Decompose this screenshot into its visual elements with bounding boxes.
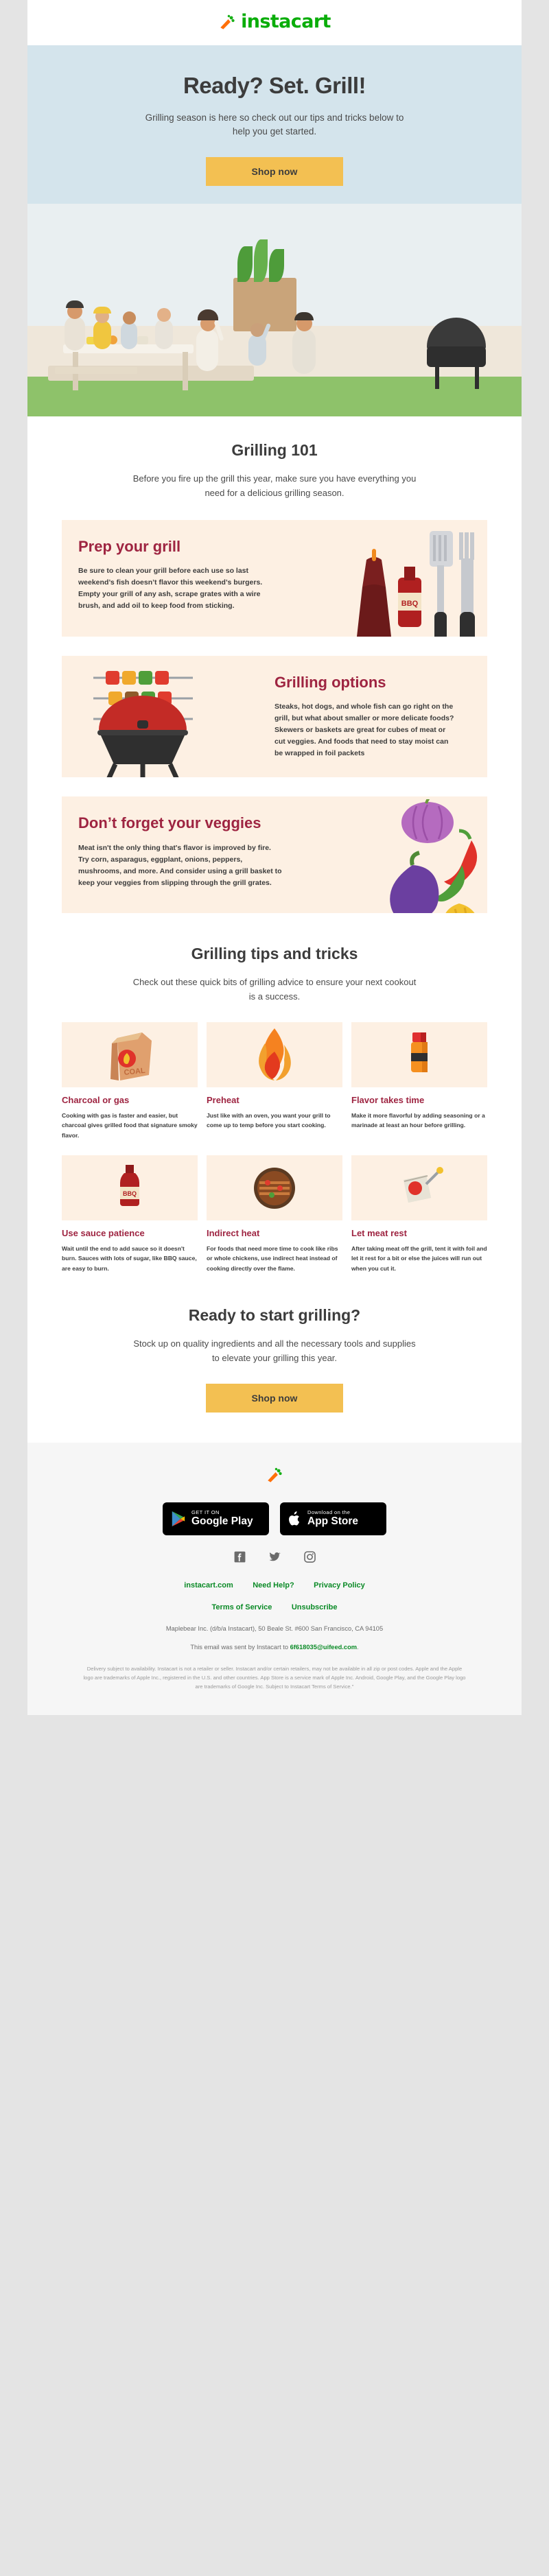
- tip-image: [351, 1155, 487, 1221]
- grilling-101-title: Grilling 101: [231, 441, 318, 460]
- tip-body: Wait until the end to add sauce so it do…: [62, 1244, 197, 1272]
- footer-link-instacart-com[interactable]: instacart.com: [184, 1581, 233, 1590]
- email-footer: GET IT ON Google Play Download on the Ap…: [27, 1442, 522, 1715]
- tip-card: Flavor takes time Make it more flavorful…: [351, 1021, 487, 1140]
- instagram-icon[interactable]: [303, 1550, 316, 1563]
- badge-small-text: GET IT ON: [191, 1509, 220, 1516]
- grilling-101-section: Grilling 101 Before you fire up the gril…: [27, 416, 522, 914]
- tip-card: Let meat rest After taking meat off the …: [351, 1155, 487, 1273]
- grilling-101-subtitle: Before you fire up the grill this year, …: [132, 473, 417, 499]
- tip-card: BBQ Use sauce patience Wait until the en…: [62, 1155, 198, 1273]
- tips-row-2: BBQ Use sauce patience Wait until the en…: [62, 1155, 487, 1273]
- bbq-sauce-bottle-icon: BBQ: [120, 1164, 139, 1206]
- badge-small-text: Download on the: [307, 1509, 351, 1516]
- tip-body: Just like with an oven, you want your gr…: [207, 1111, 331, 1129]
- tip-image: BBQ: [62, 1155, 198, 1221]
- tip-card: Indirect heat For foods that need more t…: [207, 1155, 342, 1273]
- logo-wordmark: instacart: [241, 11, 331, 32]
- flame-icon: [259, 1028, 291, 1081]
- social-links: [62, 1550, 487, 1563]
- google-play-icon: [172, 1511, 185, 1526]
- hero-illustration: [27, 204, 522, 417]
- instacart-logo[interactable]: instacart: [218, 12, 331, 31]
- carrot-icon: [268, 1467, 282, 1482]
- cta-title: Ready to start grilling?: [188, 1306, 361, 1325]
- tip-body: For foods that need more time to cook li…: [207, 1244, 338, 1272]
- carrot-icon: [220, 14, 235, 29]
- card-grilling-options: Grilling options Steaks, hot dogs, and w…: [62, 655, 487, 778]
- sent-to-line: This email was sent by Instacart to 6f61…: [62, 1644, 487, 1651]
- card-heading: Prep your grill: [78, 537, 181, 555]
- kettle-grill-skewers-icon: [93, 670, 193, 778]
- card-prep-your-grill: Prep your grill Be sure to clean your gr…: [62, 519, 487, 637]
- tip-heading: Indirect heat: [207, 1228, 260, 1239]
- tip-image: COAL: [62, 1021, 198, 1087]
- tip-heading: Let meat rest: [351, 1228, 407, 1239]
- tip-heading: Charcoal or gas: [62, 1094, 130, 1105]
- footer-carrot-logo: [62, 1466, 487, 1487]
- card-body: Steaks, hot dogs, and whole fish can go …: [274, 702, 454, 758]
- tips-title: Grilling tips and tricks: [191, 945, 358, 963]
- sent-to-suffix: .: [357, 1643, 359, 1651]
- cta-subtitle: Stock up on quality ingredients and all …: [133, 1338, 416, 1364]
- hero-shop-now-button[interactable]: Shop now: [206, 157, 343, 187]
- tip-card: COAL Charcoal or gas Cooking with gas is…: [62, 1021, 198, 1140]
- card-dont-forget-veggies: Don’t forget your veggies Meat isn't the…: [62, 796, 487, 914]
- legal-disclaimer: Delivery subject to availability. Instac…: [83, 1665, 466, 1690]
- hero-subtitle: Grilling season is here so check out our…: [145, 112, 404, 137]
- footer-link-unsubscribe[interactable]: Unsubscribe: [292, 1603, 338, 1611]
- tip-heading: Flavor takes time: [351, 1094, 425, 1105]
- meat-thermometer-icon: [403, 1166, 443, 1203]
- seasoning-bottle-icon: [411, 1032, 428, 1073]
- email-header: instacart: [27, 0, 522, 45]
- footer-links-row-2: Terms of Service Unsubscribe: [62, 1600, 487, 1613]
- sent-to-prefix: This email was sent by Instacart to: [190, 1643, 290, 1651]
- tip-image: [351, 1021, 487, 1087]
- tips-subtitle: Check out these quick bits of grilling a…: [132, 977, 417, 1002]
- cta-shop-now-button[interactable]: Shop now: [206, 1383, 343, 1413]
- tip-image: [207, 1155, 342, 1221]
- grilling-tips-section: Grilling tips and tricks Check out these…: [27, 913, 522, 1274]
- app-store-badge[interactable]: Download on the App Store: [280, 1502, 386, 1535]
- footer-link-terms-of-service[interactable]: Terms of Service: [212, 1603, 272, 1611]
- tip-heading: Preheat: [207, 1094, 240, 1105]
- tip-card: Preheat Just like with an oven, you want…: [207, 1021, 342, 1140]
- email-body: instacart Ready? Set. Grill! Grilling se…: [27, 0, 522, 1715]
- grill-grate-icon: [254, 1167, 295, 1209]
- veggies-icon: [390, 799, 478, 914]
- charcoal-bag-icon: COAL: [110, 1032, 152, 1081]
- hero-title: Ready? Set. Grill!: [183, 72, 366, 98]
- svg-text:BBQ: BBQ: [401, 600, 419, 608]
- company-address: Maplebear Inc. (d/b/a Instacart), 50 Bea…: [165, 1624, 384, 1632]
- badge-big-text: Google Play: [191, 1515, 253, 1528]
- card-heading: Don’t forget your veggies: [78, 814, 261, 832]
- footer-link-privacy-policy[interactable]: Privacy Policy: [314, 1581, 365, 1590]
- card-heading: Grilling options: [274, 673, 386, 691]
- badge-big-text: App Store: [307, 1515, 359, 1528]
- recipient-email[interactable]: 6f618035@uifeed.com: [290, 1644, 357, 1651]
- card-body: Meat isn't the only thing that's flavor …: [78, 843, 282, 887]
- footer-links-row-1: instacart.com Need Help? Privacy Policy: [62, 1579, 487, 1591]
- tip-image: [207, 1021, 342, 1087]
- tip-body: Cooking with gas is faster and easier, b…: [62, 1111, 198, 1139]
- svg-text:BBQ: BBQ: [123, 1190, 137, 1197]
- facebook-icon[interactable]: [233, 1550, 246, 1563]
- tip-body: Make it more flavorful by adding seasoni…: [351, 1111, 485, 1129]
- tips-row-1: COAL Charcoal or gas Cooking with gas is…: [62, 1021, 487, 1140]
- twitter-icon[interactable]: [268, 1550, 281, 1563]
- footer-link-need-help[interactable]: Need Help?: [253, 1581, 294, 1590]
- final-cta-section: Ready to start grilling? Stock up on qua…: [27, 1273, 522, 1443]
- email-page: instacart Ready? Set. Grill! Grilling se…: [0, 0, 549, 1715]
- google-play-badge[interactable]: GET IT ON Google Play: [163, 1502, 269, 1535]
- app-store-badges: GET IT ON Google Play Download on the Ap…: [62, 1502, 487, 1535]
- card-body: Be sure to clean your grill before each …: [78, 567, 263, 611]
- tip-heading: Use sauce patience: [62, 1228, 145, 1239]
- planter-box: [233, 278, 296, 332]
- grill-tools-icon: BBQ: [357, 530, 475, 637]
- apple-icon: [289, 1511, 300, 1526]
- tip-body: After taking meat off the grill, tent it…: [351, 1244, 487, 1272]
- hero-section: Ready? Set. Grill! Grilling season is he…: [27, 45, 522, 417]
